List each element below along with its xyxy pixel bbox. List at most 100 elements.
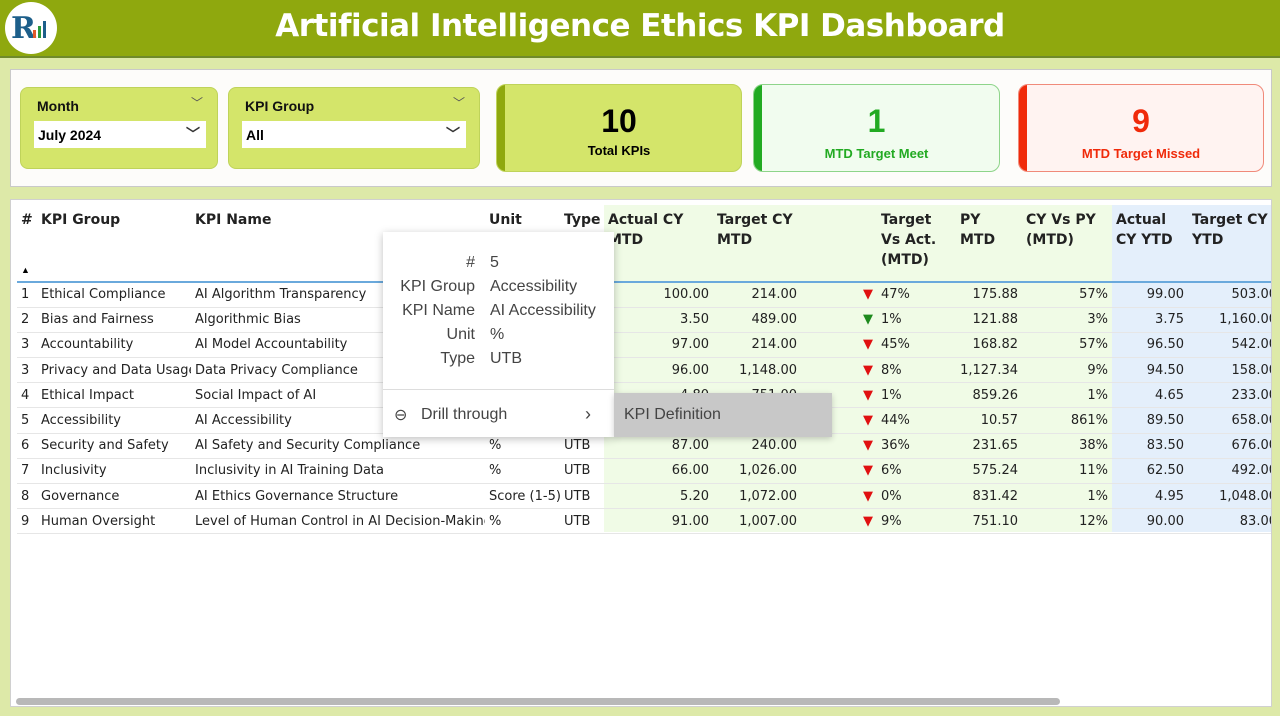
kpi-table-panel: # KPI Group KPI Name Unit Type Actual CY MTD T… (10, 199, 1272, 707)
cell-type: UTB (560, 458, 604, 485)
cell-group: Governance (37, 483, 191, 510)
cell-py: 575.24 (956, 458, 1022, 485)
cell-tytd: 658.00 (1188, 407, 1271, 434)
cell-aytd: 4.65 (1112, 382, 1188, 409)
column-header[interactable]: Target Vs Act. (MTD) (877, 205, 956, 283)
triangle-down-red-icon: ▼ (801, 458, 877, 485)
cell-cyvpy: 1% (1022, 483, 1112, 510)
cell-cyvpy: 57% (1022, 282, 1112, 308)
table-row[interactable]: 1 Ethical Compliance AI Algorithm Transpar… (17, 282, 1271, 308)
cell-n: 2 (17, 307, 37, 333)
cell-name: Inclusivity in AI Training Data (191, 458, 485, 485)
drill-through-menu-item[interactable]: ⊖ Drill through › (383, 394, 614, 437)
cell-cyvpy: 861% (1022, 407, 1112, 434)
cell-aytd: 83.50 (1112, 433, 1188, 459)
cell-py: 859.26 (956, 382, 1022, 409)
table-row[interactable]: 8 Governance AI Ethics Governance Structur… (17, 483, 1271, 510)
target-missed-value: 9 (1132, 103, 1150, 139)
column-header[interactable] (801, 205, 877, 283)
target-missed-card: 9 MTD Target Missed (1018, 84, 1264, 172)
kpi-definition-menu-item[interactable]: KPI Definition (614, 393, 832, 437)
column-header[interactable]: PY MTD (956, 205, 1022, 283)
cell-tytd: 158.00 (1188, 357, 1271, 384)
month-label: Month (37, 98, 79, 114)
cell-type: UTB (560, 483, 604, 510)
cell-tva: 1% (877, 382, 956, 409)
cell-py: 10.57 (956, 407, 1022, 434)
cell-group: Human Oversight (37, 508, 191, 535)
column-header[interactable]: Target CY YTD (1188, 205, 1271, 283)
horizontal-scrollbar[interactable] (16, 698, 1060, 705)
triangle-down-red-icon: ▼ (801, 508, 877, 535)
table-row[interactable]: 3 Accountability AI Model Accountability 97… (17, 332, 1271, 359)
column-header[interactable]: Target CY MTD (713, 205, 801, 283)
month-value: July 2024 (38, 127, 102, 143)
chevron-right-icon: › (585, 404, 591, 424)
cell-tgt: 1,148.00 (713, 357, 801, 384)
table-row[interactable]: 9 Human Oversight Level of Human Control i… (17, 508, 1271, 535)
column-header[interactable]: CY Vs PY (MTD) (1022, 205, 1112, 283)
row-tooltip: #5 KPI Group Accessibility KPI Name AI Acces… (383, 232, 614, 437)
tooltip-field: KPI Group Accessibility (383, 278, 614, 302)
table-row[interactable]: 2 Bias and Fairness Algorithmic Bias 3.50 48… (17, 307, 1271, 333)
cell-n: 3 (17, 332, 37, 359)
sort-ascending-icon[interactable]: ▲ (21, 265, 30, 275)
tooltip-field: #5 (383, 254, 614, 278)
cell-py: 175.88 (956, 282, 1022, 308)
dashboard-title: Artificial Intelligence Ethics KPI Dashb… (275, 8, 1005, 44)
cell-py: 231.65 (956, 433, 1022, 459)
target-missed-label: MTD Target Missed (1081, 146, 1201, 161)
cell-aytd: 90.00 (1112, 508, 1188, 535)
cell-group: Bias and Fairness (37, 307, 191, 333)
tooltip-key: Type (440, 350, 475, 367)
kpi-group-label: KPI Group (245, 98, 315, 114)
total-kpis-card: 10 Total KPIs (496, 84, 742, 172)
cell-cyvpy: 57% (1022, 332, 1112, 359)
chevron-down-icon[interactable]: ﹀ (191, 94, 203, 111)
column-header[interactable]: Actual CY MTD (604, 205, 713, 283)
column-header[interactable]: KPI Group (37, 205, 191, 283)
month-dropdown[interactable]: July 2024 ﹀ (34, 121, 206, 148)
cell-tva: 45% (877, 332, 956, 359)
cell-act: 100.00 (604, 282, 713, 308)
cell-tva: 8% (877, 357, 956, 384)
target-meet-value: 1 (867, 103, 886, 139)
drill-through-label: Drill through (421, 406, 508, 423)
cell-tgt: 1,072.00 (713, 483, 801, 510)
cell-act: 66.00 (604, 458, 713, 485)
kpi-group-dropdown[interactable]: All ﹀ (242, 121, 466, 148)
table-row[interactable]: 3 Privacy and Data Usage Data Privacy Comp… (17, 357, 1271, 384)
cell-group: Accountability (37, 332, 191, 359)
cell-aytd: 99.00 (1112, 282, 1188, 308)
cell-act: 5.20 (604, 483, 713, 510)
chevron-down-icon: ﹀ (186, 126, 200, 142)
cell-group: Ethical Impact (37, 382, 191, 409)
table-row[interactable]: 7 Inclusivity Inclusivity in AI Training D… (17, 458, 1271, 485)
chevron-down-icon: ﹀ (446, 126, 460, 142)
cell-tytd: 676.00 (1188, 433, 1271, 459)
tooltip-field: Unit% (383, 326, 614, 350)
cell-py: 168.82 (956, 332, 1022, 359)
cell-tytd: 1,048.00 (1188, 483, 1271, 510)
cell-cyvpy: 9% (1022, 357, 1112, 384)
tooltip-field: KPI Name AI Accessibility (383, 302, 614, 326)
chevron-down-icon[interactable]: ﹀ (453, 94, 465, 111)
column-header[interactable]: Actual CY YTD (1112, 205, 1188, 283)
cell-py: 121.88 (956, 307, 1022, 333)
cell-aytd: 96.50 (1112, 332, 1188, 359)
cell-aytd: 62.50 (1112, 458, 1188, 485)
cell-act: 3.50 (604, 307, 713, 333)
target-meet-card: 1 MTD Target Meet (753, 84, 1000, 172)
tooltip-key: Unit (446, 326, 475, 343)
cell-tytd: 83.00 (1188, 508, 1271, 535)
cell-unit: % (485, 458, 560, 485)
tooltip-value: AI Accessibility (490, 302, 596, 319)
cell-cyvpy: 12% (1022, 508, 1112, 535)
triangle-down-red-icon: ▼ (801, 357, 877, 384)
cell-tytd: 503.00 (1188, 282, 1271, 308)
cell-group: Inclusivity (37, 458, 191, 485)
tooltip-key: KPI Name (402, 302, 475, 319)
tooltip-value: 5 (490, 254, 499, 271)
cell-act: 96.00 (604, 357, 713, 384)
cell-unit: % (485, 508, 560, 535)
